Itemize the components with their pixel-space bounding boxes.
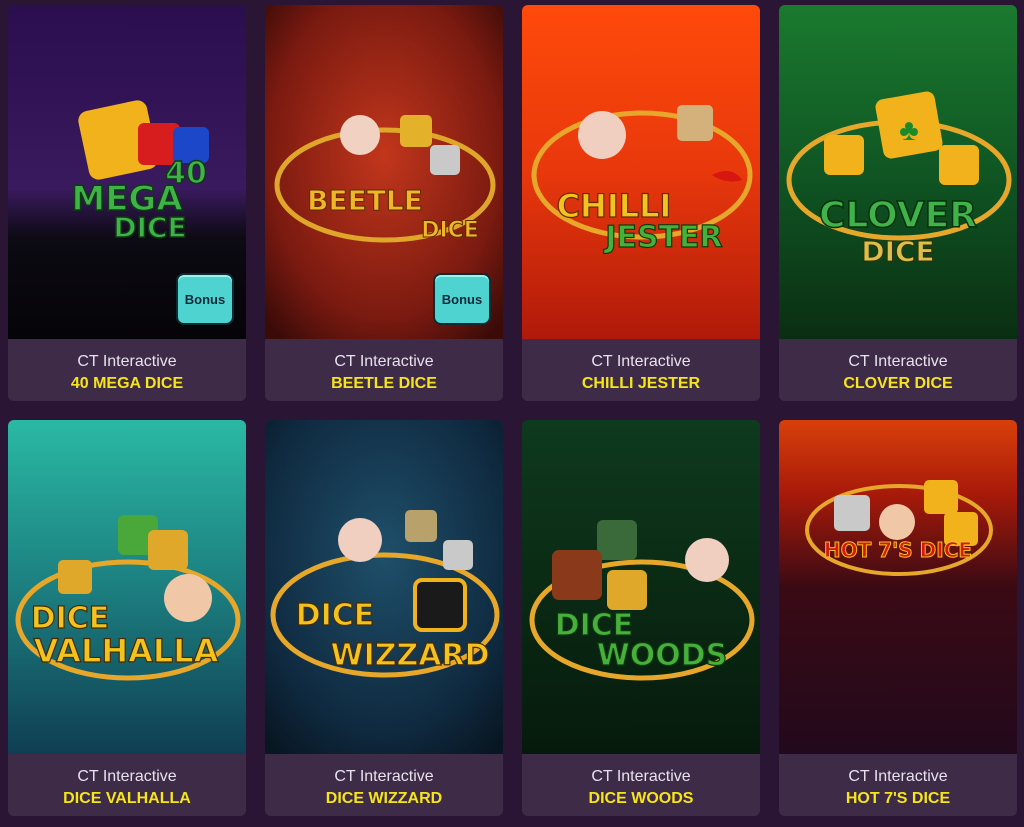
logo-line-2: DICE xyxy=(861,235,934,268)
bonus-badge: Bonus xyxy=(176,273,234,325)
game-title[interactable]: DICE WIZZARD xyxy=(265,789,503,809)
logo-line-2: JESTER xyxy=(603,220,722,255)
logo-line-2: WOODS xyxy=(597,638,728,673)
game-title[interactable]: BEETLE DICE xyxy=(265,374,503,394)
dice-icon xyxy=(405,510,437,542)
game-provider: CT Interactive xyxy=(848,768,948,785)
dice-icon xyxy=(430,145,460,175)
game-title[interactable]: DICE WOODS xyxy=(522,789,760,809)
game-title[interactable]: 40 MEGA DICE xyxy=(8,374,246,394)
game-title[interactable]: CLOVER DICE xyxy=(779,374,1017,394)
bonus-badge: Bonus xyxy=(433,273,491,325)
jester-icon xyxy=(164,574,212,622)
game-thumbnail[interactable]: ♣ CLOVER DICE xyxy=(779,5,1017,339)
game-info: CT Interactive CHILLI JESTER xyxy=(522,339,760,401)
dice-icon xyxy=(148,530,188,570)
game-thumbnail[interactable]: DICE VALHALLA xyxy=(8,420,246,754)
logo-line-2: DICE xyxy=(113,211,186,244)
dice-icon xyxy=(677,105,713,141)
game-thumbnail[interactable]: CHILLI JESTER xyxy=(522,5,760,339)
dice-icon xyxy=(552,550,602,600)
game-info: CT Interactive DICE WOODS xyxy=(522,754,760,816)
game-provider: CT Interactive xyxy=(334,353,434,370)
game-card-40-mega-dice[interactable]: 40 MEGA DICE Bonus CT Interactive 40 MEG… xyxy=(8,5,246,401)
game-title[interactable]: HOT 7'S DICE xyxy=(779,789,1017,809)
game-card-hot-7s-dice[interactable]: HOT 7'S DICE CT Interactive HOT 7'S DICE xyxy=(779,420,1017,816)
dice-icon xyxy=(443,540,473,570)
logo-line-2: WIZZARD xyxy=(331,638,490,673)
game-provider: CT Interactive xyxy=(591,768,691,785)
game-grid: 40 MEGA DICE Bonus CT Interactive 40 MEG… xyxy=(0,0,1024,827)
game-title[interactable]: CHILLI JESTER xyxy=(522,374,760,394)
game-card-dice-woods[interactable]: DICE WOODS CT Interactive DICE WOODS xyxy=(522,420,760,816)
game-info: CT Interactive CLOVER DICE xyxy=(779,339,1017,401)
jester-icon xyxy=(685,538,729,582)
game-thumbnail[interactable]: BEETLE DICE Bonus xyxy=(265,5,503,339)
game-card-clover-dice[interactable]: ♣ CLOVER DICE CT Interactive CLOVER DICE xyxy=(779,5,1017,401)
dice-icon xyxy=(824,135,864,175)
game-info: CT Interactive DICE WIZZARD xyxy=(265,754,503,816)
game-thumbnail[interactable]: 40 MEGA DICE Bonus xyxy=(8,5,246,339)
game-info: CT Interactive 40 MEGA DICE xyxy=(8,339,246,401)
logo-line-2: DICE xyxy=(421,218,479,243)
game-card-beetle-dice[interactable]: BEETLE DICE Bonus CT Interactive BEETLE … xyxy=(265,5,503,401)
jester-icon xyxy=(879,504,915,540)
game-card-dice-wizzard[interactable]: DICE WIZZARD CT Interactive DICE WIZZARD xyxy=(265,420,503,816)
dice-icon xyxy=(400,115,432,147)
dice-icon xyxy=(413,578,467,632)
logo-line-1: DICE xyxy=(296,598,375,633)
game-provider: CT Interactive xyxy=(848,353,948,370)
dice-icon xyxy=(597,520,637,560)
logo-line-2: VALHALLA xyxy=(34,632,219,670)
dice-icon xyxy=(58,560,92,594)
jester-icon xyxy=(340,115,380,155)
game-info: CT Interactive HOT 7'S DICE xyxy=(779,754,1017,816)
game-title[interactable]: DICE VALHALLA xyxy=(8,789,246,809)
game-provider: CT Interactive xyxy=(334,768,434,785)
dice-icon xyxy=(924,480,958,514)
logo-line-1: HOT 7'S DICE xyxy=(824,538,972,562)
logo-line-1: CLOVER xyxy=(819,195,977,236)
dice-icon xyxy=(939,145,979,185)
logo-line-1: BEETLE xyxy=(307,184,423,217)
game-thumbnail[interactable]: HOT 7'S DICE xyxy=(779,420,1017,754)
game-card-dice-valhalla[interactable]: DICE VALHALLA CT Interactive DICE VALHAL… xyxy=(8,420,246,816)
game-card-chilli-jester[interactable]: CHILLI JESTER CT Interactive CHILLI JEST… xyxy=(522,5,760,401)
jester-icon xyxy=(338,518,382,562)
clover-icon: ♣ xyxy=(899,114,919,147)
game-thumbnail[interactable]: DICE WOODS xyxy=(522,420,760,754)
game-provider: CT Interactive xyxy=(77,353,177,370)
logo-line-1: DICE xyxy=(31,601,110,636)
dice-icon xyxy=(834,495,870,531)
game-provider: CT Interactive xyxy=(591,353,691,370)
game-info: CT Interactive DICE VALHALLA xyxy=(8,754,246,816)
jester-icon xyxy=(578,111,626,159)
game-provider: CT Interactive xyxy=(77,768,177,785)
game-thumbnail[interactable]: DICE WIZZARD xyxy=(265,420,503,754)
game-info: CT Interactive BEETLE DICE xyxy=(265,339,503,401)
dice-icon xyxy=(607,570,647,610)
